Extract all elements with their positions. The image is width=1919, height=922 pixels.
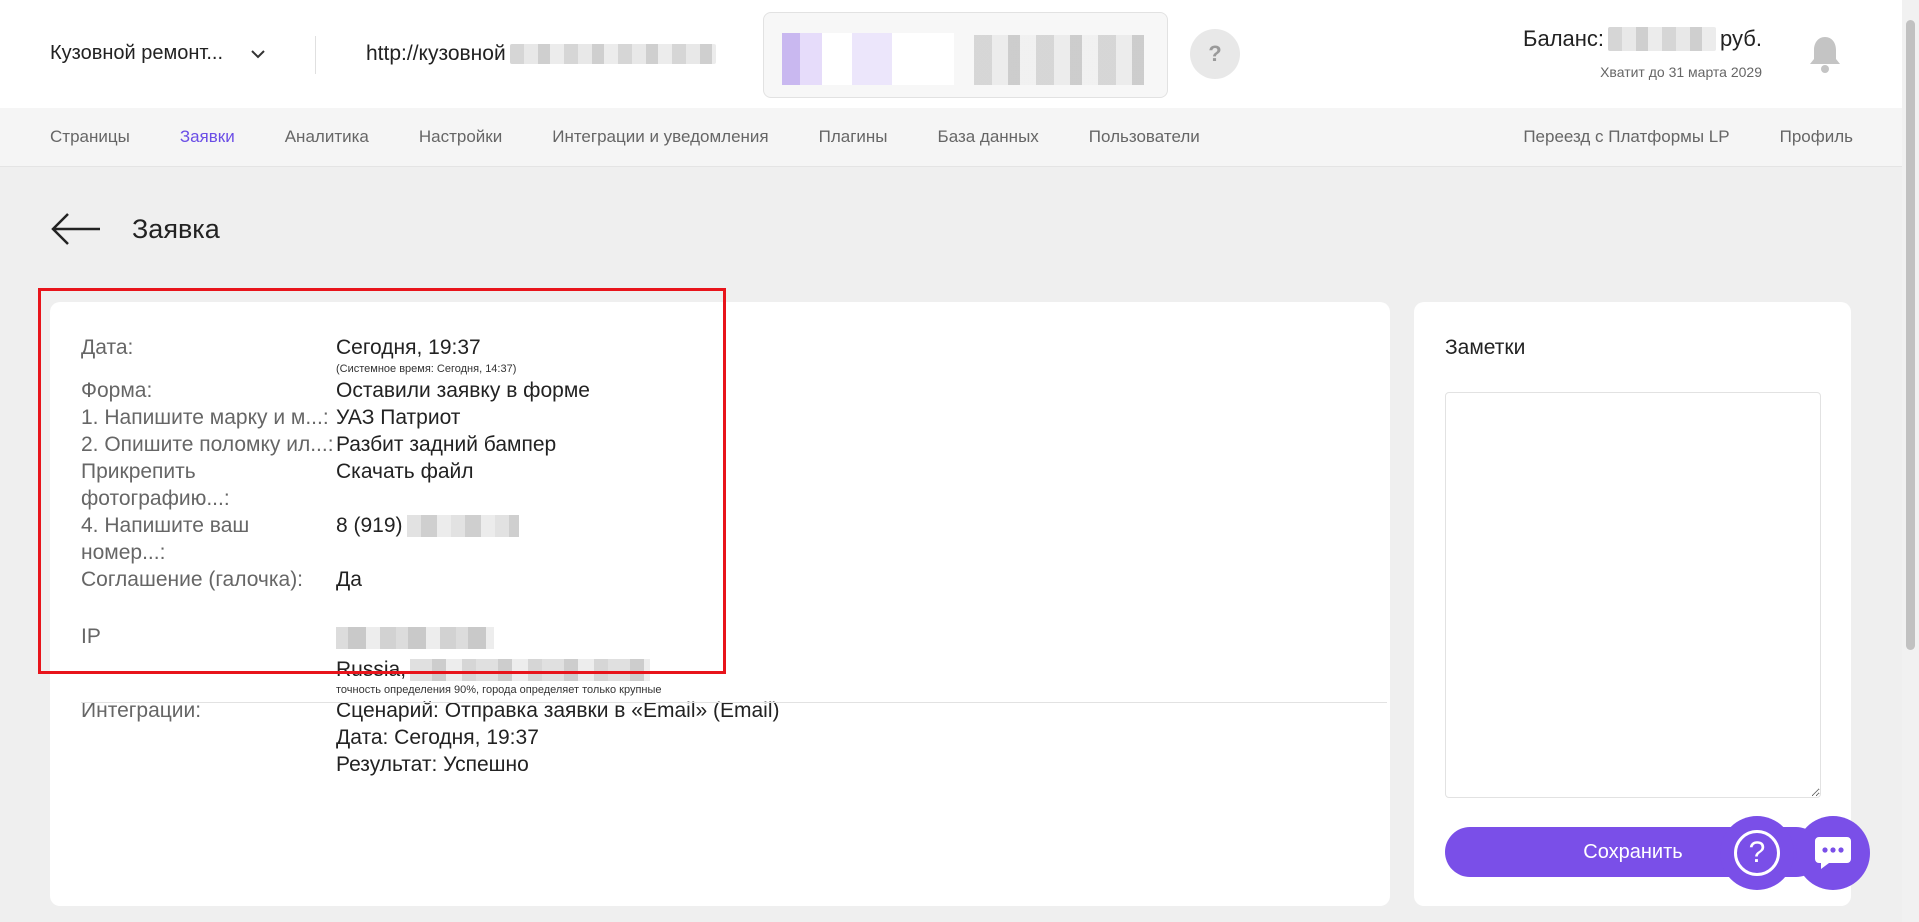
agreement-label: Соглашение (галочка): bbox=[81, 568, 304, 591]
project-selector[interactable]: Кузовной ремонт... bbox=[50, 42, 267, 65]
nav-database[interactable]: База данных bbox=[938, 127, 1039, 147]
integration-date: Дата: Сегодня, 19:37 bbox=[336, 726, 539, 749]
preview-thumbnail-blurred bbox=[782, 33, 954, 85]
header-divider bbox=[315, 36, 316, 74]
preview-text-blurred bbox=[974, 35, 1144, 85]
q3-label: Прикрепить фотографию...: bbox=[81, 460, 230, 510]
redacted-ip bbox=[336, 627, 494, 649]
nav-settings[interactable]: Настройки bbox=[419, 127, 502, 147]
q2-value: Разбит задний бампер bbox=[336, 433, 557, 456]
integration-result: Результат: Успешно bbox=[336, 753, 529, 776]
balance-until: Хватит до 31 марта 2029 bbox=[1600, 64, 1762, 80]
form-label: Форма: bbox=[81, 379, 153, 402]
row-agreement: Соглашение (галочка): Да bbox=[81, 566, 1371, 593]
row-date: Дата: Сегодня, 19:37 (Системное время: С… bbox=[81, 334, 1371, 377]
country-value: Russia, bbox=[336, 658, 407, 681]
page-header: Заявка bbox=[50, 212, 220, 246]
section-divider bbox=[81, 702, 1387, 703]
site-preview[interactable] bbox=[763, 12, 1168, 98]
row-form: Форма: Оставили заявку в форме bbox=[81, 377, 1371, 404]
row-q2: 2. Опишите поломку ил...: Разбит задний … bbox=[81, 431, 1371, 458]
project-name: Кузовной ремонт... bbox=[50, 42, 224, 64]
nav-pages[interactable]: Страницы bbox=[50, 127, 130, 147]
form-value: Оставили заявку в форме bbox=[336, 379, 590, 402]
redacted-balance bbox=[1608, 27, 1717, 51]
row-integrations: Интеграции: Сценарий: Отправка заявки в … bbox=[81, 697, 1371, 778]
redacted-url bbox=[509, 44, 716, 64]
help-widget-button[interactable]: ? bbox=[1720, 816, 1794, 890]
q4-label: 4. Напишите ваш номер...: bbox=[81, 514, 250, 564]
phone-value: 8 (919) bbox=[336, 514, 403, 537]
chat-widget-button[interactable] bbox=[1796, 816, 1870, 890]
site-url-text: http://кузовной bbox=[366, 42, 506, 65]
top-bar: Кузовной ремонт... http://кузовной ? Бал… bbox=[0, 0, 1919, 108]
date-label: Дата: bbox=[81, 336, 134, 359]
site-url[interactable]: http://кузовной bbox=[366, 42, 716, 66]
scrollbar-thumb[interactable] bbox=[1906, 20, 1915, 650]
system-time: (Системное время: Сегодня, 14:37) bbox=[336, 363, 517, 375]
chevron-down-icon bbox=[251, 49, 265, 58]
nav-analytics[interactable]: Аналитика bbox=[285, 127, 369, 147]
download-file-link[interactable]: Скачать файл bbox=[336, 458, 474, 485]
row-q3: Прикрепить фотографию...: Скачать файл bbox=[81, 458, 1371, 512]
agreement-value: Да bbox=[336, 568, 362, 591]
notes-title: Заметки bbox=[1445, 336, 1526, 359]
redacted-phone bbox=[406, 515, 519, 538]
help-button[interactable]: ? bbox=[1190, 29, 1240, 79]
lead-details-card: Дата: Сегодня, 19:37 (Системное время: С… bbox=[50, 302, 1390, 906]
back-arrow-icon[interactable] bbox=[50, 212, 102, 246]
nav-migration[interactable]: Переезд с Платформы LP bbox=[1523, 127, 1729, 147]
nav-profile[interactable]: Профиль bbox=[1780, 127, 1853, 147]
ip-label: IP bbox=[81, 625, 101, 648]
nav-users[interactable]: Пользователи bbox=[1089, 127, 1200, 147]
row-q1: 1. Напишите марку и м...: УАЗ Патриот bbox=[81, 404, 1371, 431]
question-icon: ? bbox=[1734, 830, 1780, 876]
notes-input[interactable] bbox=[1445, 392, 1821, 798]
balance: Баланс: руб. bbox=[1523, 26, 1762, 52]
chat-icon bbox=[1815, 837, 1851, 869]
bell-icon[interactable] bbox=[1806, 34, 1844, 74]
redacted-city bbox=[410, 659, 651, 682]
nav-integrations[interactable]: Интеграции и уведомления bbox=[552, 127, 768, 147]
q1-label: 1. Напишите марку и м...: bbox=[81, 406, 329, 429]
row-ip: IP Russia, точность определения 90%, гор… bbox=[81, 623, 1371, 697]
page-scrollbar[interactable] bbox=[1902, 0, 1919, 922]
notes-card: Заметки Сохранить bbox=[1414, 302, 1851, 906]
page-title: Заявка bbox=[132, 213, 220, 244]
q1-value: УАЗ Патриот bbox=[336, 406, 461, 429]
date-value: Сегодня, 19:37 bbox=[336, 336, 481, 359]
main-nav: Страницы Заявки Аналитика Настройки Инте… bbox=[0, 108, 1919, 167]
nav-leads[interactable]: Заявки bbox=[180, 127, 235, 147]
balance-currency: руб. bbox=[1720, 26, 1762, 51]
geo-accuracy-note: точность определения 90%, города определ… bbox=[336, 684, 662, 696]
q2-label: 2. Опишите поломку ил...: bbox=[81, 433, 334, 456]
balance-label: Баланс: bbox=[1523, 26, 1605, 51]
nav-plugins[interactable]: Плагины bbox=[819, 127, 888, 147]
row-q4: 4. Напишите ваш номер...: 8 (919) bbox=[81, 512, 1371, 566]
